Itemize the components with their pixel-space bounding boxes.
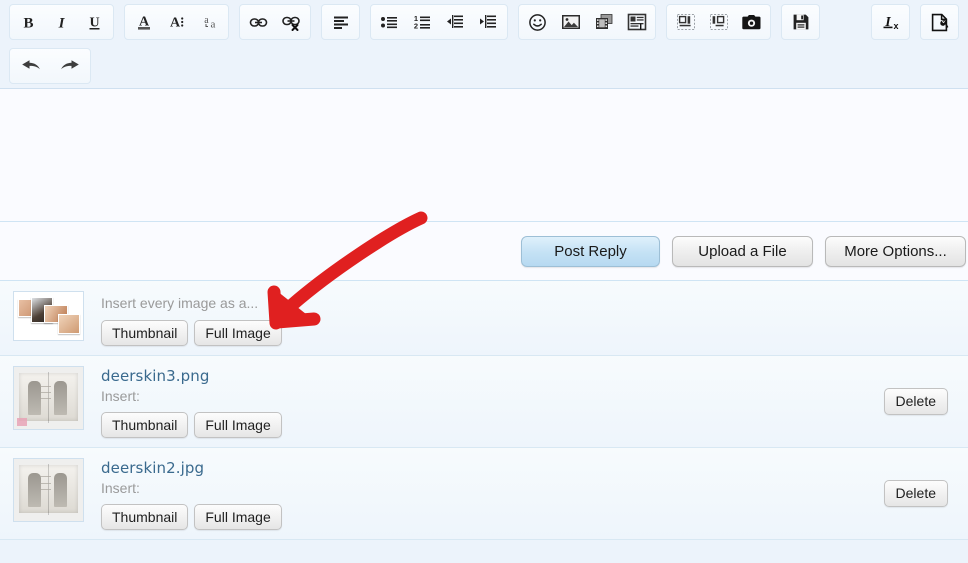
toolbar-group-media xyxy=(518,4,656,40)
camera-icon[interactable] xyxy=(735,6,768,38)
outdent-icon[interactable] xyxy=(439,6,472,38)
insert-all-label: Insert every image as a... xyxy=(101,294,948,313)
toolbar-group-clear-format: I x xyxy=(871,4,910,40)
attachment-filename[interactable]: deerskin2.jpg xyxy=(101,458,884,478)
svg-text:I: I xyxy=(58,15,66,31)
attachment-list: Insert every image as a... Thumbnail Ful… xyxy=(0,281,968,540)
insert-label: Insert: xyxy=(101,479,884,498)
editor-toolbar: B I U A A aa xyxy=(0,0,968,89)
text-case-icon[interactable]: aa xyxy=(193,6,226,38)
insert-buttons: Thumbnail Full Image xyxy=(101,412,884,438)
toolbar-row-1: B I U A A aa xyxy=(0,0,968,44)
insert-all-buttons: Thumbnail Full Image xyxy=(101,320,948,346)
attachment-info: Insert every image as a... Thumbnail Ful… xyxy=(84,289,948,346)
insert-full-image-button[interactable]: Full Image xyxy=(194,504,281,530)
image-icon[interactable] xyxy=(554,6,587,38)
svg-text:a: a xyxy=(204,15,209,26)
editor-content-area[interactable] xyxy=(0,89,968,222)
delete-attachment-button[interactable]: Delete xyxy=(884,388,948,415)
source-tools-icon[interactable] xyxy=(923,6,956,38)
float-left-icon[interactable] xyxy=(669,6,702,38)
font-color-icon[interactable]: A xyxy=(127,6,160,38)
toolbar-group-align xyxy=(321,4,360,40)
indent-icon[interactable] xyxy=(472,6,505,38)
post-reply-button[interactable]: Post Reply xyxy=(521,236,660,267)
spoiler-icon[interactable] xyxy=(620,6,653,38)
bold-icon[interactable]: B xyxy=(12,6,45,38)
insert-thumbnail-button[interactable]: Thumbnail xyxy=(101,412,188,438)
action-button-bar: Post Reply Upload a File More Options... xyxy=(0,222,968,281)
font-size-icon[interactable]: A xyxy=(160,6,193,38)
table-row: deerskin3.png Insert: Thumbnail Full Ima… xyxy=(0,356,968,448)
delete-cell: Delete xyxy=(884,388,958,415)
media-icon[interactable] xyxy=(587,6,620,38)
editor-app: B I U A A aa xyxy=(0,0,968,563)
italic-icon[interactable]: I xyxy=(45,6,78,38)
svg-text:B: B xyxy=(23,15,33,31)
bullet-list-icon[interactable] xyxy=(373,6,406,38)
deerskin3-thumbnail[interactable] xyxy=(13,366,84,430)
float-right-icon[interactable] xyxy=(702,6,735,38)
smiley-icon[interactable] xyxy=(521,6,554,38)
svg-text:2: 2 xyxy=(414,22,418,31)
insert-all-full-image-button[interactable]: Full Image xyxy=(194,320,281,346)
toolbar-group-source xyxy=(920,4,959,40)
remove-format-icon[interactable]: I x xyxy=(874,6,907,38)
more-options-button[interactable]: More Options... xyxy=(825,236,966,267)
redo-icon[interactable] xyxy=(50,50,88,82)
numbered-list-icon[interactable]: 1 2 xyxy=(406,6,439,38)
toolbar-group-save xyxy=(781,4,820,40)
toolbar-group-history xyxy=(9,48,91,84)
insert-buttons: Thumbnail Full Image xyxy=(101,504,884,530)
svg-text:a: a xyxy=(210,19,215,31)
attachment-info: deerskin2.jpg Insert: Thumbnail Full Ima… xyxy=(84,456,884,530)
image-stack-thumbnail xyxy=(13,291,84,341)
toolbar-row-2 xyxy=(0,44,968,88)
toolbar-group-font-style: A A aa xyxy=(124,4,229,40)
underline-icon[interactable]: U xyxy=(78,6,111,38)
insert-full-image-button[interactable]: Full Image xyxy=(194,412,281,438)
insert-label: Insert: xyxy=(101,387,884,406)
toolbar-group-link xyxy=(239,4,311,40)
svg-text:A: A xyxy=(169,16,180,31)
attachment-info: deerskin3.png Insert: Thumbnail Full Ima… xyxy=(84,364,884,438)
svg-text:x: x xyxy=(893,21,898,31)
link-icon[interactable] xyxy=(242,6,275,38)
deerskin2-thumbnail[interactable] xyxy=(13,458,84,522)
table-row: deerskin2.jpg Insert: Thumbnail Full Ima… xyxy=(0,448,968,540)
toolbar-group-float xyxy=(666,4,771,40)
delete-cell: Delete xyxy=(884,480,958,507)
unlink-icon[interactable] xyxy=(275,6,308,38)
toolbar-group-list: 1 2 xyxy=(370,4,508,40)
undo-icon[interactable] xyxy=(12,50,50,82)
delete-attachment-button[interactable]: Delete xyxy=(884,480,948,507)
upload-file-button[interactable]: Upload a File xyxy=(672,236,813,267)
table-row: Insert every image as a... Thumbnail Ful… xyxy=(0,281,968,356)
insert-all-thumbnail-button[interactable]: Thumbnail xyxy=(101,320,188,346)
attachment-filename[interactable]: deerskin3.png xyxy=(101,366,884,386)
align-left-icon[interactable] xyxy=(324,6,357,38)
toolbar-group-format-basic: B I U xyxy=(9,4,114,40)
insert-thumbnail-button[interactable]: Thumbnail xyxy=(101,504,188,530)
save-icon[interactable] xyxy=(784,6,817,38)
